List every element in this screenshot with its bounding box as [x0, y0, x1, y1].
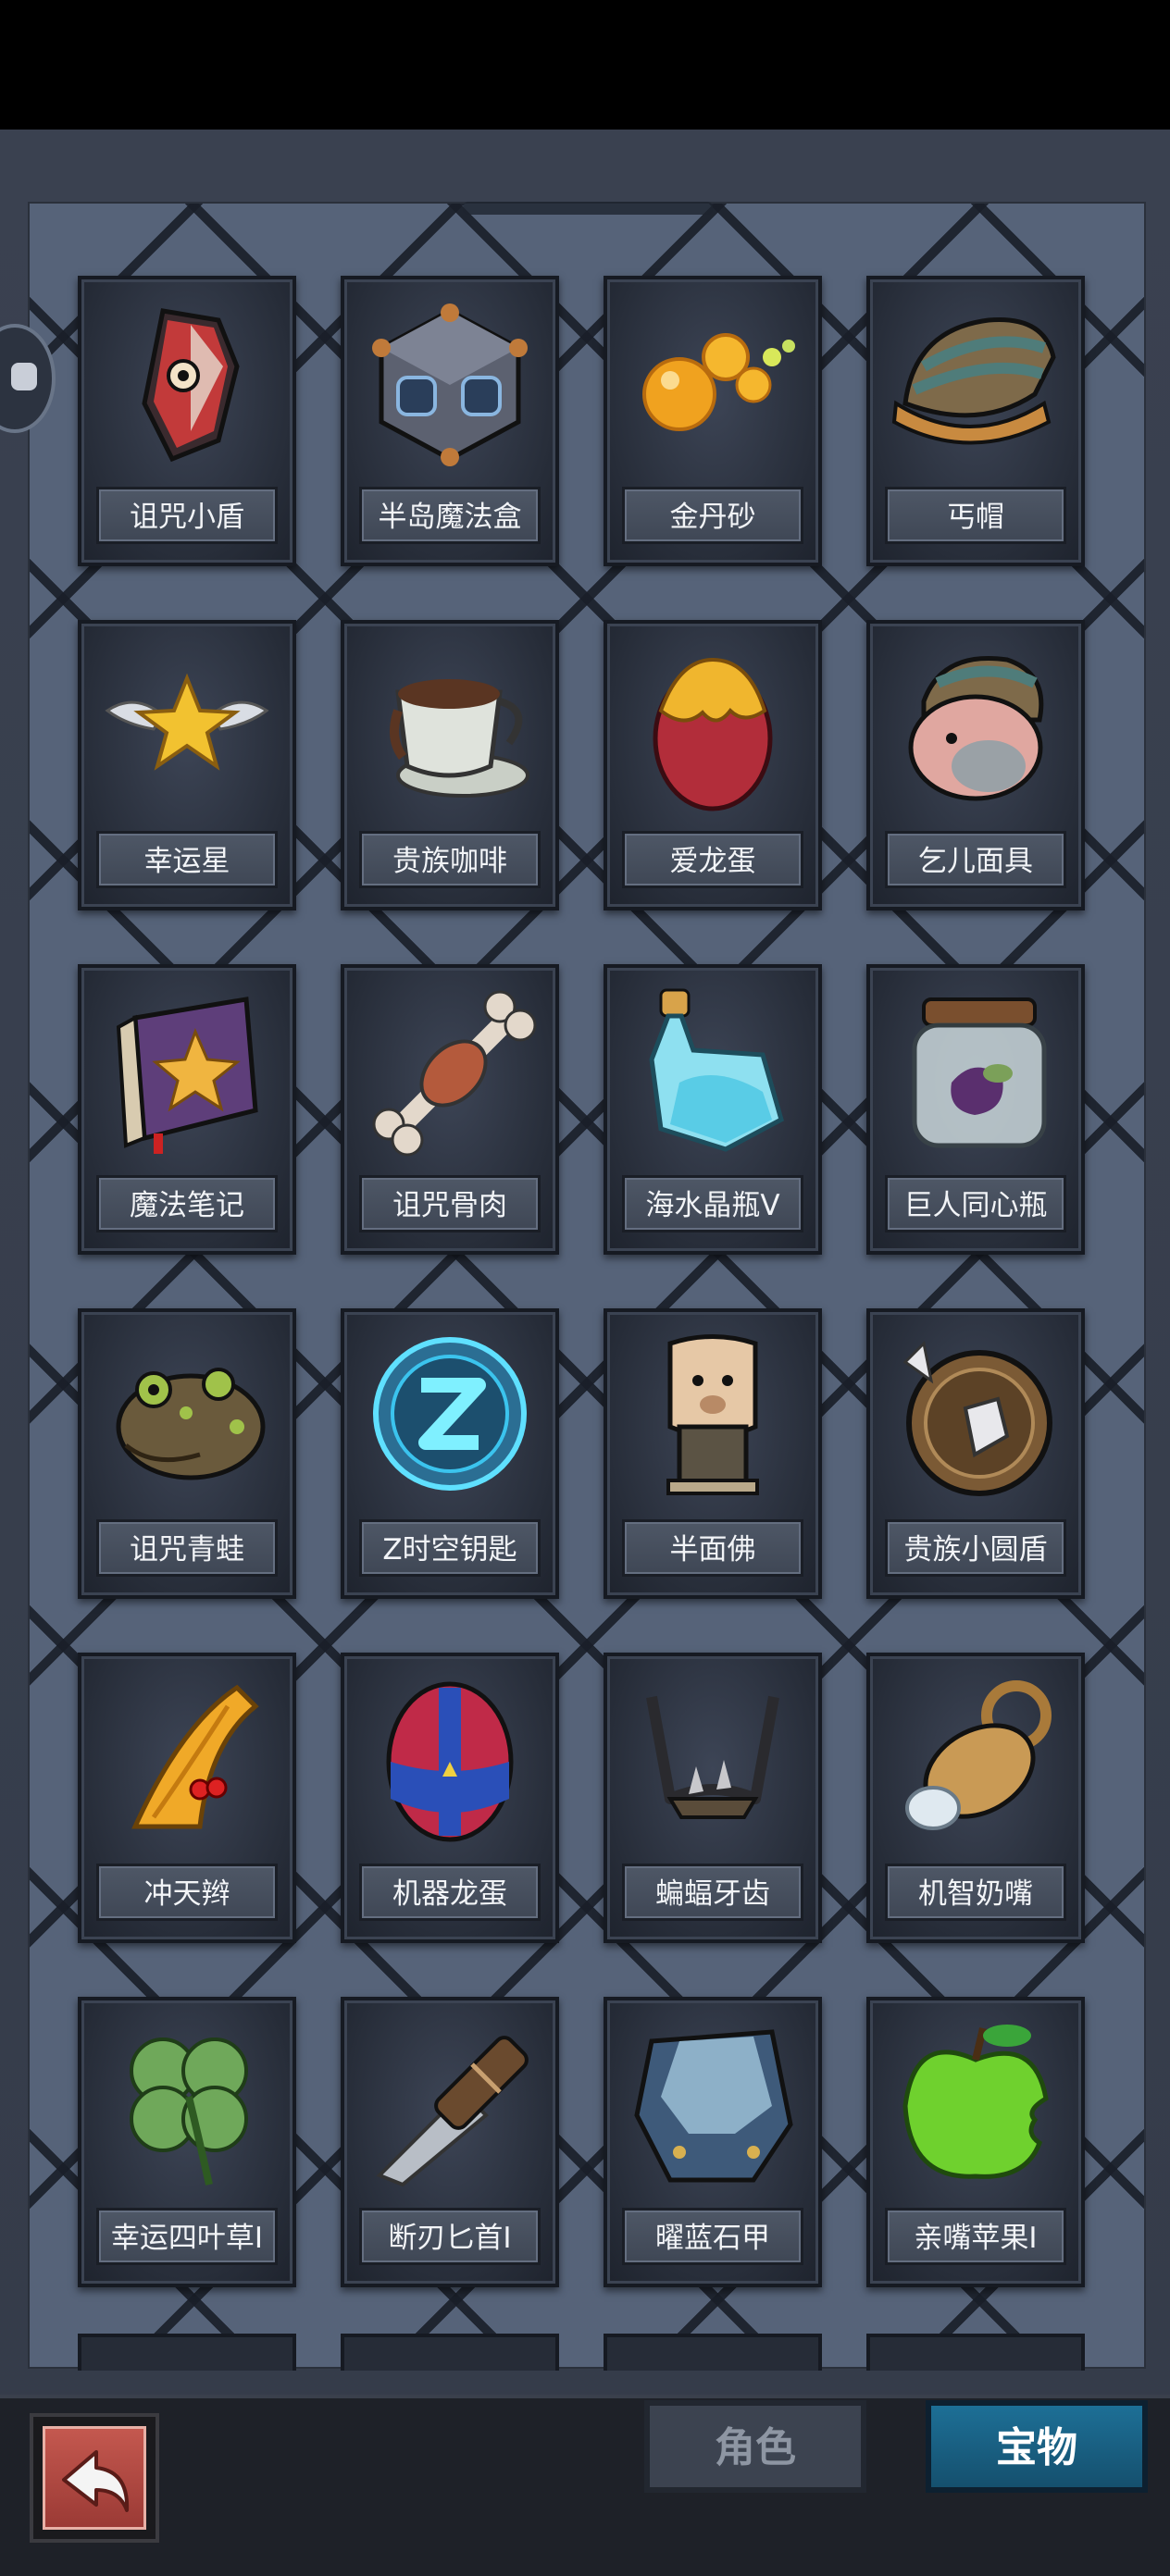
pigtail-icon — [131, 1684, 259, 1829]
item-name: 诅咒骨肉 — [359, 1175, 541, 1232]
item-name: 机器龙蛋 — [359, 1864, 541, 1921]
item-card[interactable]: 诅咒骨肉 — [341, 964, 559, 1255]
cursed-frog-icon — [116, 1368, 266, 1480]
item-card[interactable]: 贵族小圆盾 — [866, 1308, 1085, 1599]
magic-notebook-icon — [116, 997, 258, 1154]
mech-dragon-egg-icon — [386, 1681, 514, 1842]
item-card[interactable]: 冲天辫 — [78, 1653, 296, 1943]
item-name: 魔法笔记 — [96, 1175, 278, 1232]
item-card[interactable]: 乞儿面具 — [866, 620, 1085, 910]
item-card[interactable]: 蝙蝠牙齿 — [604, 1653, 822, 1943]
blue-stone-armor-icon — [634, 2029, 793, 2183]
item-name: 诅咒青蛙 — [96, 1519, 278, 1577]
item-card-partial[interactable] — [604, 2334, 822, 2371]
item-name: 冲天辫 — [96, 1864, 278, 1921]
noble-coffee-icon — [390, 679, 529, 798]
dragon-egg-icon — [653, 657, 773, 811]
item-name: 乞儿面具 — [885, 831, 1066, 888]
cursed-small-shield-icon — [142, 308, 240, 463]
item-name: 亲嘴苹果I — [885, 2208, 1066, 2265]
item-name: 机智奶嘴 — [885, 1864, 1066, 1921]
item-card[interactable]: 丐帽 — [866, 276, 1085, 566]
item-card[interactable]: 半岛魔法盒 — [341, 276, 559, 566]
lucky-star-icon — [105, 673, 269, 771]
item-card[interactable]: 幸运星 — [78, 620, 296, 910]
treasure-grid: 诅咒小盾 半岛魔法盒 金丹砂 丐帽 幸运星 贵族咖啡 爱龙蛋 乞儿面具 魔法笔记… — [0, 0, 1170, 2369]
item-name: 半面佛 — [622, 1519, 803, 1577]
tab-role[interactable]: 角色 — [644, 2400, 866, 2493]
item-card[interactable]: 魔法笔记 — [78, 964, 296, 1255]
item-name: 幸运星 — [96, 831, 278, 888]
item-name: 贵族小圆盾 — [885, 1519, 1066, 1577]
item-card[interactable]: 机智奶嘴 — [866, 1653, 1085, 1943]
item-card[interactable]: 爱龙蛋 — [604, 620, 822, 910]
item-card[interactable]: 半面佛 — [604, 1308, 822, 1599]
back-arrow-icon — [62, 2450, 130, 2512]
item-name: 半岛魔法盒 — [359, 487, 541, 544]
item-name: 丐帽 — [885, 487, 1066, 544]
item-name: 蝙蝠牙齿 — [622, 1864, 803, 1921]
item-card-partial[interactable] — [341, 2334, 559, 2371]
item-name: 巨人同心瓶 — [885, 1175, 1066, 1232]
four-leaf-clover-icon — [130, 2037, 248, 2186]
broken-dagger-icon — [376, 2036, 529, 2187]
cursed-bone-meat-icon — [372, 990, 537, 1157]
item-name: 贵族咖啡 — [359, 831, 541, 888]
item-card[interactable]: 诅咒小盾 — [78, 276, 296, 566]
item-card[interactable]: 海水晶瓶V — [604, 964, 822, 1255]
item-card-partial[interactable] — [866, 2334, 1085, 2371]
item-name: 幸运四叶草I — [96, 2208, 278, 2265]
item-name: 断刃匕首I — [359, 2208, 541, 2265]
item-card[interactable]: 巨人同心瓶 — [866, 964, 1085, 1255]
back-button-face — [43, 2426, 146, 2530]
item-card[interactable]: 亲嘴苹果I — [866, 1997, 1085, 2287]
item-card[interactable]: 曜蓝石甲 — [604, 1997, 822, 2287]
pacifier-icon — [905, 1680, 1052, 1830]
item-name: 曜蓝石甲 — [622, 2208, 803, 2265]
item-card[interactable]: 金丹砂 — [604, 276, 822, 566]
item-card-partial[interactable] — [78, 2334, 296, 2371]
sea-crystal-bottle-icon — [649, 988, 784, 1152]
item-name: 金丹砂 — [622, 487, 803, 544]
beggar-hat-icon — [891, 317, 1056, 445]
beggar-mask-icon — [908, 656, 1044, 801]
giant-jar-icon — [912, 997, 1047, 1148]
back-button[interactable] — [30, 2413, 159, 2543]
golden-pill-sand-icon — [642, 333, 795, 431]
half-buddha-icon — [666, 1334, 759, 1495]
item-card[interactable]: 诅咒青蛙 — [78, 1308, 296, 1599]
noble-round-shield-icon — [902, 1340, 1052, 1496]
peninsula-magic-box-icon — [372, 303, 528, 466]
item-name: 海水晶瓶V — [622, 1175, 803, 1232]
item-card[interactable]: 幸运四叶草I — [78, 1997, 296, 2287]
item-card[interactable]: 机器龙蛋 — [341, 1653, 559, 1943]
z-spacetime-key-icon — [373, 1337, 527, 1491]
item-name: 诅咒小盾 — [96, 487, 278, 544]
item-card[interactable]: 贵族咖啡 — [341, 620, 559, 910]
item-name: Z时空钥匙 — [359, 1519, 541, 1577]
item-card[interactable]: Z时空钥匙 — [341, 1308, 559, 1599]
bat-teeth-icon — [646, 1695, 779, 1819]
tab-treasure[interactable]: 宝物 — [926, 2400, 1148, 2493]
bitten-apple-icon — [902, 2025, 1049, 2179]
item-name: 爱龙蛋 — [622, 831, 803, 888]
item-card[interactable]: 断刃匕首I — [341, 1997, 559, 2287]
